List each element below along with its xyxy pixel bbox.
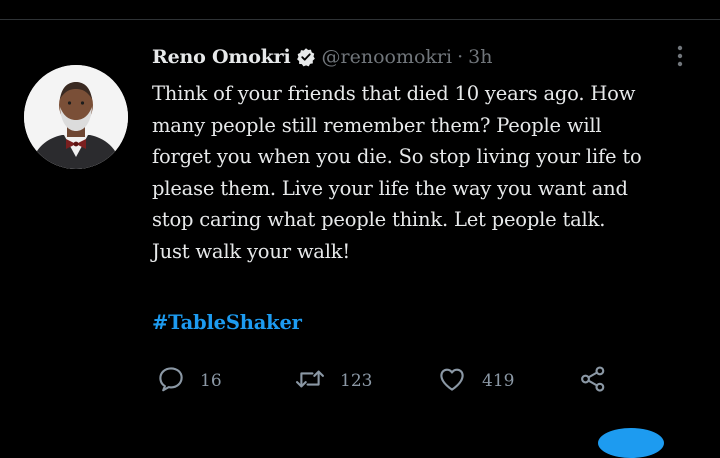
retweet-icon: [294, 364, 326, 398]
more-vertical-icon: [677, 45, 683, 71]
tweet-text-line: Think of your friends that died 10 years…: [152, 82, 636, 105]
share-icon: [578, 364, 608, 398]
author-handle[interactable]: @renoomokri: [322, 46, 453, 68]
tweet-text: Think of your friends that died 10 years…: [152, 78, 697, 267]
like-count: 419: [482, 371, 515, 391]
tweet-header: Reno Omokri @renoomokri · 3h: [152, 43, 492, 71]
tweet-actions: 16 123 419: [152, 363, 622, 399]
avatar[interactable]: [24, 65, 128, 169]
header-separator: ·: [457, 46, 464, 68]
retweet-count: 123: [340, 371, 373, 391]
tweet[interactable]: Reno Omokri @renoomokri · 3h Think of yo…: [0, 20, 720, 439]
more-options-button[interactable]: [668, 42, 692, 74]
tweet-text-line: Just walk your walk!: [152, 239, 351, 263]
reply-count: 16: [200, 371, 222, 391]
tweet-text-line: forget you when you die. So stop living …: [152, 145, 642, 168]
hashtag-link[interactable]: #TableShaker: [152, 311, 302, 334]
share-button[interactable]: [578, 363, 608, 399]
author-display-name[interactable]: Reno Omokri: [152, 46, 291, 68]
tweet-timestamp[interactable]: 3h: [468, 46, 492, 68]
reply-button[interactable]: 16: [156, 363, 222, 399]
compose-tweet-button[interactable]: [598, 428, 664, 458]
tweet-text-line: please them. Live your life the way you …: [152, 176, 628, 200]
heart-icon: [436, 364, 468, 398]
like-button[interactable]: 419: [436, 363, 514, 399]
retweet-button[interactable]: 123: [294, 363, 372, 399]
tweet-text-line: many people still remember them? People …: [152, 113, 602, 137]
reply-icon: [156, 364, 186, 398]
verified-badge-icon: [296, 47, 316, 67]
tweet-text-line: stop caring what people think. Let peopl…: [152, 208, 606, 231]
